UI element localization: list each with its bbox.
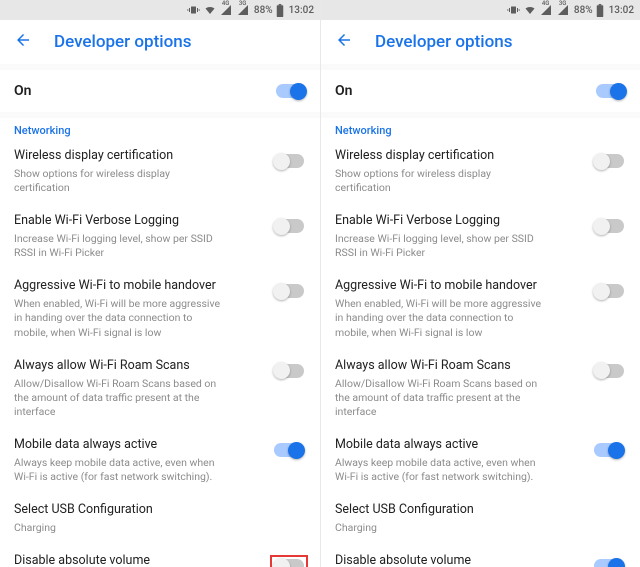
signal-b-icon: 3G [237,4,251,16]
setting-title: Disable absolute volume [14,553,262,567]
status-bar: 4G 3G 88% 13:02 [0,0,320,20]
setting-title: Enable Wi-Fi Verbose Logging [14,213,262,230]
toggle-switch[interactable] [596,84,626,98]
setting-title: Aggressive Wi-Fi to mobile handover [14,278,262,295]
toggle-switch[interactable] [274,154,304,168]
toggle-switch[interactable] [274,219,304,233]
setting-item-0[interactable]: Wireless display certification Show opti… [321,139,640,204]
setting-item-6[interactable]: Disable absolute volume Disables the Blu… [0,544,320,567]
setting-title: Select USB Configuration [335,502,582,519]
toggle-switch[interactable] [276,84,306,98]
phone-pane-1: 4G 3G 88% 13:02 Developer options On Net… [320,0,640,567]
setting-desc: Show options for wireless display certif… [335,167,545,195]
toggle-switch[interactable] [274,443,304,457]
phone-pane-0: 4G 3G 88% 13:02 Developer options On Net… [0,0,320,567]
toggle-switch[interactable] [594,364,624,378]
page-title: Developer options [54,32,191,52]
toggle-switch[interactable] [274,559,304,567]
setting-desc: Allow/Disallow Wi-Fi Roam Scans based on… [14,377,224,420]
setting-desc: When enabled, Wi-Fi will be more aggress… [335,297,545,340]
setting-title: Enable Wi-Fi Verbose Logging [335,213,582,230]
setting-item-4[interactable]: Mobile data always active Always keep mo… [321,428,640,493]
setting-item-1[interactable]: Enable Wi-Fi Verbose Logging Increase Wi… [321,204,640,269]
setting-desc: Allow/Disallow Wi-Fi Roam Scans based on… [335,377,545,420]
section-header: Networking [0,118,320,139]
setting-desc: Show options for wireless display certif… [14,167,224,195]
toggle-switch[interactable] [594,559,624,567]
clock-text: 13:02 [609,5,634,16]
settings-list: Networking Wireless display certificatio… [321,118,640,567]
setting-item-1[interactable]: Enable Wi-Fi Verbose Logging Increase Wi… [0,204,320,269]
setting-desc: Charging [14,521,224,535]
setting-desc: Always keep mobile data active, even whe… [14,456,224,484]
toggle-switch[interactable] [594,284,624,298]
signal-a-icon: 4G [220,4,234,16]
signal-a-icon: 4G [540,4,554,16]
setting-item-5[interactable]: Select USB Configuration Charging [0,493,320,544]
setting-desc: Increase Wi-Fi logging level, show per S… [14,232,224,260]
setting-title: Wireless display certification [14,148,262,165]
toggle-switch[interactable] [594,154,624,168]
setting-title: Select USB Configuration [14,502,262,519]
clock-text: 13:02 [289,5,314,16]
setting-item-3[interactable]: Always allow Wi-Fi Roam Scans Allow/Disa… [321,349,640,428]
wifi-icon [203,4,217,16]
setting-item-6[interactable]: Disable absolute volume Disables the Blu… [321,544,640,567]
setting-desc: Charging [335,521,545,535]
battery-icon [276,4,284,17]
app-bar: Developer options [321,20,640,64]
setting-title: Aggressive Wi-Fi to mobile handover [335,278,582,295]
battery-text: 88% [574,5,593,16]
master-toggle-row[interactable]: On [321,70,640,112]
vibrate-icon [187,4,200,16]
toggle-switch[interactable] [594,219,624,233]
back-icon[interactable] [14,31,32,53]
setting-title: Mobile data always active [335,437,582,454]
setting-desc: Increase Wi-Fi logging level, show per S… [335,232,545,260]
master-label: On [335,83,352,99]
page-title: Developer options [375,32,512,52]
master-toggle-row[interactable]: On [0,70,320,112]
setting-item-2[interactable]: Aggressive Wi-Fi to mobile handover When… [321,269,640,348]
settings-list: Networking Wireless display certificatio… [0,118,320,567]
section-header: Networking [321,118,640,139]
battery-icon [596,4,604,17]
setting-desc: Always keep mobile data active, even whe… [335,456,545,484]
signal-b-icon: 3G [557,4,571,16]
setting-item-2[interactable]: Aggressive Wi-Fi to mobile handover When… [0,269,320,348]
setting-item-0[interactable]: Wireless display certification Show opti… [0,139,320,204]
toggle-switch[interactable] [274,284,304,298]
setting-title: Always allow Wi-Fi Roam Scans [335,358,582,375]
toggle-switch[interactable] [594,443,624,457]
setting-title: Disable absolute volume [335,553,582,567]
app-bar: Developer options [0,20,320,64]
setting-item-4[interactable]: Mobile data always active Always keep mo… [0,428,320,493]
toggle-switch[interactable] [274,364,304,378]
wifi-icon [523,4,537,16]
back-icon[interactable] [335,31,353,53]
setting-title: Wireless display certification [335,148,582,165]
setting-title: Mobile data always active [14,437,262,454]
battery-text: 88% [254,5,273,16]
master-label: On [14,83,31,99]
status-bar: 4G 3G 88% 13:02 [321,0,640,20]
vibrate-icon [507,4,520,16]
setting-item-5[interactable]: Select USB Configuration Charging [321,493,640,544]
setting-desc: When enabled, Wi-Fi will be more aggress… [14,297,224,340]
setting-title: Always allow Wi-Fi Roam Scans [14,358,262,375]
setting-item-3[interactable]: Always allow Wi-Fi Roam Scans Allow/Disa… [0,349,320,428]
